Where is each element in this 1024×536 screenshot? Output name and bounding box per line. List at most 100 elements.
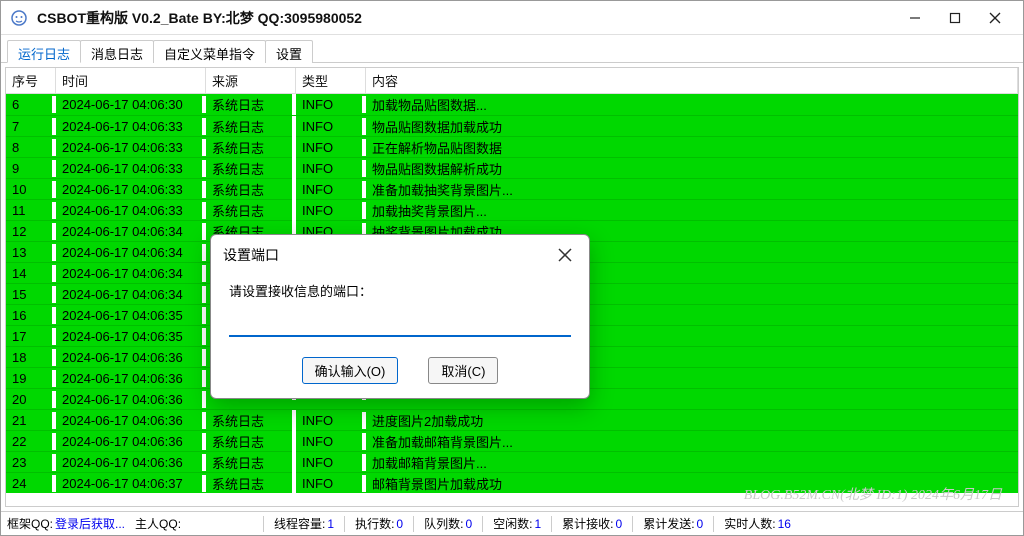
col-message[interactable]: 内容 bbox=[366, 68, 1018, 93]
maximize-button[interactable] bbox=[935, 4, 975, 32]
log-cell-seq: 11 bbox=[6, 202, 56, 219]
log-cell-seq: 13 bbox=[6, 244, 56, 261]
log-cell-type: INFO bbox=[296, 96, 366, 113]
log-cell-type: INFO bbox=[296, 475, 366, 492]
tab-0[interactable]: 运行日志 bbox=[7, 40, 81, 63]
tab-2[interactable]: 自定义菜单指令 bbox=[153, 40, 266, 63]
log-cell-src: 系统日志 bbox=[206, 137, 296, 158]
log-cell-time: 2024-06-17 04:06:36 bbox=[56, 454, 206, 471]
dialog-body: 请设置接收信息的端口： bbox=[211, 275, 589, 347]
log-cell-src: 系统日志 bbox=[206, 158, 296, 179]
log-cell-time: 2024-06-17 04:06:35 bbox=[56, 328, 206, 345]
dialog-cancel-button[interactable]: 取消(C) bbox=[428, 357, 498, 384]
tab-3[interactable]: 设置 bbox=[265, 40, 313, 63]
log-row[interactable]: 92024-06-17 04:06:33系统日志INFO物品贴图数据解析成功 bbox=[6, 157, 1018, 178]
log-cell-time: 2024-06-17 04:06:37 bbox=[56, 475, 206, 492]
status-realtime: 实时人数:16 bbox=[724, 515, 791, 532]
col-type[interactable]: 类型 bbox=[296, 68, 366, 93]
log-cell-time: 2024-06-17 04:06:36 bbox=[56, 370, 206, 387]
log-cell-time: 2024-06-17 04:06:34 bbox=[56, 265, 206, 282]
log-cell-seq: 23 bbox=[6, 454, 56, 471]
log-cell-type: INFO bbox=[296, 454, 366, 471]
minimize-button[interactable] bbox=[895, 4, 935, 32]
log-cell-seq: 20 bbox=[6, 391, 56, 408]
tab-1[interactable]: 消息日志 bbox=[80, 40, 154, 63]
log-cell-src: 系统日志 bbox=[206, 116, 296, 137]
log-cell-src: 系统日志 bbox=[206, 410, 296, 431]
log-cell-time: 2024-06-17 04:06:36 bbox=[56, 412, 206, 429]
log-cell-seq: 17 bbox=[6, 328, 56, 345]
log-cell-seq: 24 bbox=[6, 475, 56, 492]
log-cell-time: 2024-06-17 04:06:36 bbox=[56, 433, 206, 450]
log-cell-time: 2024-06-17 04:06:34 bbox=[56, 244, 206, 261]
dialog-ok-button[interactable]: 确认输入(O) bbox=[302, 357, 399, 384]
log-cell-src: 系统日志 bbox=[206, 179, 296, 200]
log-cell-time: 2024-06-17 04:06:33 bbox=[56, 160, 206, 177]
log-cell-time: 2024-06-17 04:06:36 bbox=[56, 349, 206, 366]
close-button[interactable] bbox=[975, 4, 1015, 32]
log-cell-time: 2024-06-17 04:06:36 bbox=[56, 391, 206, 408]
dialog-title: 设置端口 bbox=[223, 245, 553, 265]
log-cell-msg: 加载抽奖背景图片... bbox=[366, 200, 1018, 221]
log-row[interactable]: 232024-06-17 04:06:36系统日志INFO加载邮箱背景图片... bbox=[6, 451, 1018, 472]
log-cell-time: 2024-06-17 04:06:33 bbox=[56, 139, 206, 156]
log-cell-seq: 16 bbox=[6, 307, 56, 324]
dialog-buttons: 确认输入(O) 取消(C) bbox=[211, 347, 589, 398]
log-row[interactable]: 112024-06-17 04:06:33系统日志INFO加载抽奖背景图片... bbox=[6, 199, 1018, 220]
log-cell-seq: 21 bbox=[6, 412, 56, 429]
col-time[interactable]: 时间 bbox=[56, 68, 206, 93]
log-cell-seq: 18 bbox=[6, 349, 56, 366]
log-header-row: 序号 时间 来源 类型 内容 bbox=[6, 68, 1018, 94]
port-dialog: 设置端口 请设置接收信息的端口： 确认输入(O) 取消(C) bbox=[210, 234, 590, 399]
log-cell-msg: 进度图片2加载成功 bbox=[366, 410, 1018, 431]
log-cell-seq: 14 bbox=[6, 265, 56, 282]
dialog-titlebar: 设置端口 bbox=[211, 235, 589, 275]
log-cell-msg: 加载物品贴图数据... bbox=[366, 94, 1018, 115]
log-cell-seq: 10 bbox=[6, 181, 56, 198]
window-title: CSBOT重构版 V0.2_Bate BY:北梦 QQ:3095980052 bbox=[37, 8, 895, 28]
log-cell-time: 2024-06-17 04:06:34 bbox=[56, 286, 206, 303]
app-icon bbox=[9, 8, 29, 28]
log-row[interactable]: 222024-06-17 04:06:36系统日志INFO准备加载邮箱背景图片.… bbox=[6, 430, 1018, 451]
status-send: 累计发送:0 bbox=[643, 515, 703, 532]
log-cell-time: 2024-06-17 04:06:33 bbox=[56, 202, 206, 219]
log-cell-type: INFO bbox=[296, 139, 366, 156]
log-cell-type: INFO bbox=[296, 433, 366, 450]
log-cell-seq: 6 bbox=[6, 96, 56, 113]
log-cell-src: 系统日志 bbox=[206, 200, 296, 221]
status-frameqq: 框架QQ:登录后获取... bbox=[7, 515, 125, 532]
status-exec: 执行数:0 bbox=[355, 515, 403, 532]
col-source[interactable]: 来源 bbox=[206, 68, 296, 93]
log-cell-type: INFO bbox=[296, 202, 366, 219]
log-row[interactable]: 242024-06-17 04:06:37系统日志INFO邮箱背景图片加载成功 bbox=[6, 472, 1018, 493]
log-cell-type: INFO bbox=[296, 118, 366, 135]
log-row[interactable]: 212024-06-17 04:06:36系统日志INFO进度图片2加载成功 bbox=[6, 409, 1018, 430]
log-cell-type: INFO bbox=[296, 181, 366, 198]
log-cell-msg: 准备加载抽奖背景图片... bbox=[366, 179, 1018, 200]
log-cell-msg: 加载邮箱背景图片... bbox=[366, 452, 1018, 473]
log-cell-msg: 邮箱背景图片加载成功 bbox=[366, 473, 1018, 494]
dialog-close-button[interactable] bbox=[553, 243, 577, 267]
log-row[interactable]: 62024-06-17 04:06:30系统日志INFO加载物品贴图数据... bbox=[6, 94, 1018, 115]
port-input[interactable] bbox=[229, 316, 571, 337]
log-cell-seq: 8 bbox=[6, 139, 56, 156]
dialog-label: 请设置接收信息的端口： bbox=[229, 281, 571, 300]
log-cell-seq: 9 bbox=[6, 160, 56, 177]
log-row[interactable]: 102024-06-17 04:06:33系统日志INFO准备加载抽奖背景图片.… bbox=[6, 178, 1018, 199]
log-cell-src: 系统日志 bbox=[206, 94, 296, 115]
close-icon bbox=[558, 248, 572, 262]
log-row[interactable]: 82024-06-17 04:06:33系统日志INFO正在解析物品贴图数据 bbox=[6, 136, 1018, 157]
status-idle: 空闲数:1 bbox=[493, 515, 541, 532]
log-cell-src: 系统日志 bbox=[206, 452, 296, 473]
log-cell-seq: 7 bbox=[6, 118, 56, 135]
log-cell-msg: 物品贴图数据加载成功 bbox=[366, 116, 1018, 137]
log-cell-seq: 12 bbox=[6, 223, 56, 240]
window-controls bbox=[895, 4, 1015, 32]
log-cell-src: 系统日志 bbox=[206, 473, 296, 494]
status-mainqq: 主人QQ: bbox=[135, 515, 183, 532]
log-cell-type: INFO bbox=[296, 412, 366, 429]
statusbar: 框架QQ:登录后获取... 主人QQ: 线程容量:1 执行数:0 队列数:0 空… bbox=[1, 511, 1023, 535]
log-row[interactable]: 72024-06-17 04:06:33系统日志INFO物品贴图数据加载成功 bbox=[6, 115, 1018, 136]
col-seq[interactable]: 序号 bbox=[6, 68, 56, 93]
status-queue: 队列数:0 bbox=[424, 515, 472, 532]
